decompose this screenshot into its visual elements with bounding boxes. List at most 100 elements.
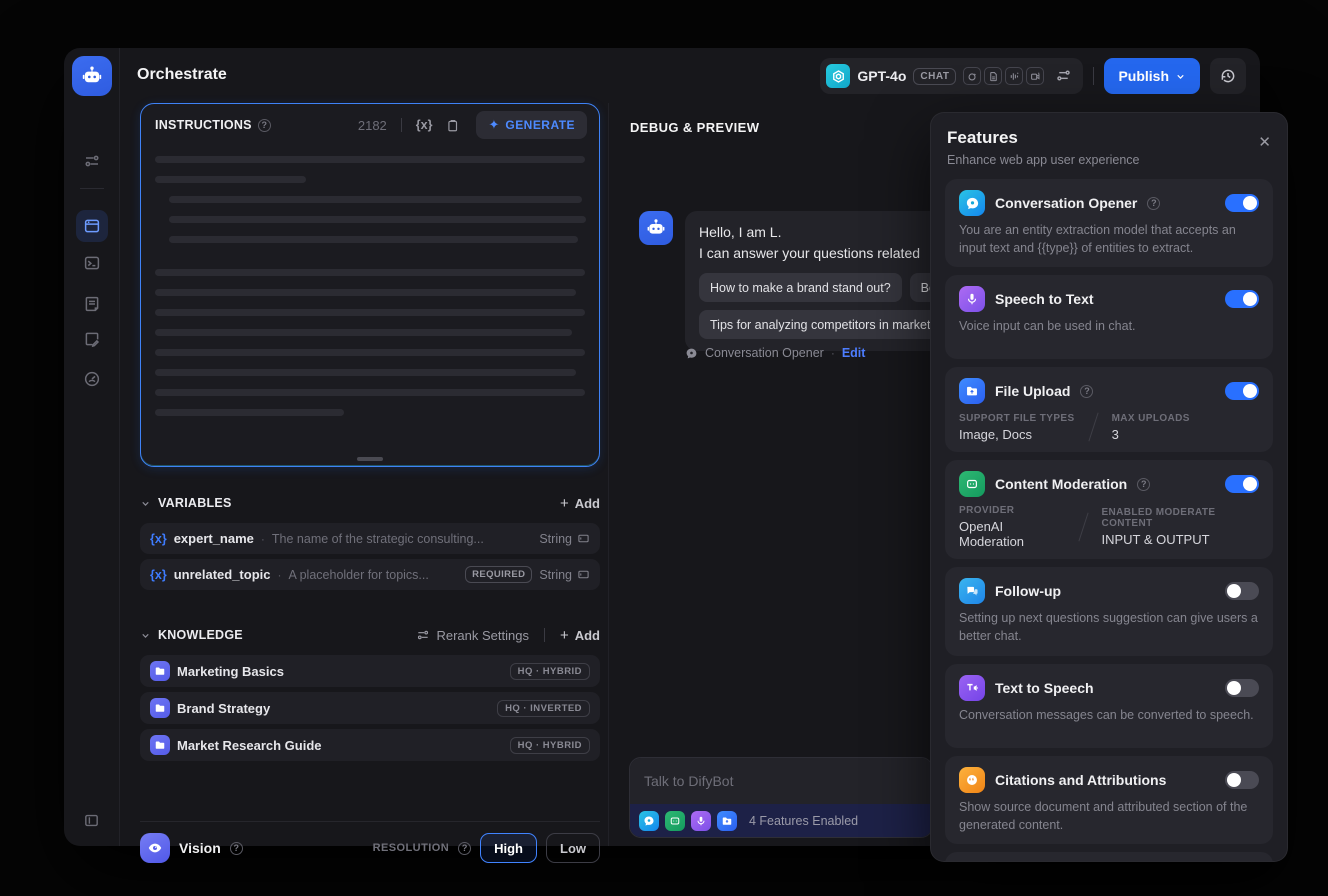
skeleton-line: [155, 176, 306, 183]
sidebar-collapse-panel-icon[interactable]: [83, 812, 101, 830]
help-icon[interactable]: ?: [1080, 384, 1094, 398]
variables-section: VARIABLES + Add {x} expert_name · The nam…: [140, 493, 600, 590]
skeleton-line: [155, 156, 585, 163]
follow-up-toggle[interactable]: [1225, 582, 1259, 601]
feature-card-citations: Citations and Attributions Show source d…: [945, 755, 1273, 844]
model-selector[interactable]: GPT-4o CHAT: [820, 58, 1084, 94]
divider: [543, 628, 545, 642]
generate-button[interactable]: ✦ GENERATE: [476, 111, 587, 139]
knowledge-badge: HQ · HYBRID: [509, 662, 590, 680]
add-knowledge-button[interactable]: + Add: [560, 627, 600, 644]
feature-name: Text to Speech: [995, 679, 1094, 696]
input-field-icon: [578, 534, 589, 543]
features-panel: Features Enhance web app user experience…: [930, 112, 1288, 862]
rerank-settings-button[interactable]: Rerank Settings: [416, 628, 529, 643]
sidebar-item-terminal-icon[interactable]: [83, 254, 101, 272]
sidebar-item-annotation-icon[interactable]: [83, 330, 101, 348]
variable-type: String: [539, 532, 590, 546]
speech-to-text-toggle[interactable]: [1225, 290, 1259, 309]
bot-avatar: [639, 211, 673, 245]
version-history-button[interactable]: [1210, 58, 1246, 94]
speech-to-text-icon: [691, 810, 711, 831]
sidebar-item-settings-sliders-icon[interactable]: [83, 152, 101, 170]
close-icon[interactable]: ✕: [1258, 133, 1271, 151]
suggested-question-chip[interactable]: How to make a brand stand out?: [699, 273, 902, 303]
speech-to-text-icon: [959, 286, 985, 313]
instructions-char-count: 2182: [357, 117, 387, 133]
file-upload-toggle[interactable]: [1225, 382, 1259, 401]
model-capability-icons: [963, 67, 1045, 85]
app-logo-robot-icon[interactable]: [72, 56, 112, 96]
knowledge-row[interactable]: Marketing Basics HQ · HYBRID: [140, 655, 600, 687]
conversation-opener-toggle[interactable]: [1225, 194, 1259, 212]
help-icon[interactable]: ?: [229, 841, 243, 855]
help-icon[interactable]: ?: [257, 118, 271, 132]
vision-title: Vision: [179, 840, 221, 856]
knowledge-badge: HQ · INVERTED: [497, 699, 590, 717]
feature-desc: Show source document and attributed sect…: [959, 799, 1248, 832]
resolution-high-button[interactable]: High: [480, 833, 537, 863]
config-column: INSTRUCTIONS ? 2182 {x} ✦ GENERATE VARIA…: [140, 103, 600, 863]
instructions-title: INSTRUCTIONS: [155, 118, 252, 132]
knowledge-row[interactable]: Market Research Guide HQ · HYBRID: [140, 729, 600, 761]
citations-icon: [959, 766, 985, 793]
variable-row[interactable]: {x} unrelated_topic · A placeholder for …: [140, 559, 600, 590]
skeleton-line: [155, 269, 585, 276]
feature-field: PROVIDER OpenAI Moderation: [959, 505, 1025, 550]
copy-clipboard-icon[interactable]: [446, 118, 460, 133]
publish-button[interactable]: Publish: [1104, 58, 1200, 94]
help-icon[interactable]: ?: [458, 841, 472, 855]
feature-card-text-to-speech: Text to Speech Conversation messages can…: [945, 663, 1273, 748]
variable-row[interactable]: {x} expert_name · The name of the strate…: [140, 523, 600, 554]
add-variable-button[interactable]: + Add: [560, 495, 600, 512]
instructions-editor[interactable]: [141, 146, 599, 416]
insert-variable-icon[interactable]: {x}: [416, 118, 433, 132]
chat-input[interactable]: [630, 758, 932, 804]
resize-handle[interactable]: [357, 457, 383, 461]
text-to-speech-toggle[interactable]: [1225, 678, 1259, 697]
edit-opener-link[interactable]: Edit: [842, 346, 866, 360]
feature-card-annotation-reply: Annotation Reply: [945, 851, 1273, 861]
features-title: Features: [947, 128, 1018, 147]
conversation-opener-icon: [639, 810, 659, 831]
top-header: Orchestrate GPT-4o CHAT Publish: [120, 48, 1260, 104]
feature-name: Follow-up: [995, 583, 1062, 600]
skeleton-line: [155, 329, 573, 336]
input-field-icon: [578, 570, 589, 579]
resolution-label: RESOLUTION: [372, 842, 450, 854]
instructions-panel[interactable]: INSTRUCTIONS ? 2182 {x} ✦ GENERATE: [140, 103, 600, 467]
feature-name: File Upload: [995, 383, 1071, 400]
help-icon[interactable]: ?: [1137, 477, 1151, 491]
features-header: Features Enhance web app user experience…: [931, 113, 1287, 177]
knowledge-row[interactable]: Brand Strategy HQ · INVERTED: [140, 692, 600, 724]
sidebar-item-logs-icon[interactable]: [83, 295, 101, 313]
skeleton-line: [155, 389, 585, 396]
model-parameters-icon[interactable]: [1055, 67, 1073, 85]
text-to-speech-icon: [959, 674, 985, 701]
feature-card-conversation-opener: Conversation Opener ? You are an entity …: [945, 179, 1273, 268]
variable-name: unrelated_topic: [173, 567, 271, 582]
suggested-question-chip[interactable]: Tips for analyzing competitors in market: [699, 310, 942, 340]
feature-card-file-upload: File Upload ? SUPPORT FILE TYPES Image, …: [945, 367, 1273, 453]
features-enabled-count: 4 Features Enabled: [749, 813, 859, 828]
skeleton-line: [169, 196, 582, 203]
citations-toggle[interactable]: [1225, 770, 1259, 789]
file-upload-icon: [959, 378, 985, 405]
conversation-opener-note: Conversation Opener · Edit: [685, 346, 865, 360]
header-divider: [1093, 67, 1095, 85]
content-moderation-toggle[interactable]: [1225, 475, 1259, 494]
chevron-down-icon[interactable]: [140, 630, 151, 641]
resolution-low-button[interactable]: Low: [546, 833, 600, 863]
feature-field: SUPPORT FILE TYPES Image, Docs: [959, 412, 1075, 442]
sidebar-item-orchestrate-browser-icon[interactable]: [76, 210, 108, 242]
model-name: GPT-4o: [857, 68, 907, 84]
sidebar-item-monitoring-gauge-icon[interactable]: [83, 370, 101, 388]
features-enabled-bar[interactable]: 4 Features Enabled: [630, 804, 932, 837]
vision-capability-icon: [963, 67, 982, 85]
model-mode-badge: CHAT: [913, 67, 957, 85]
chevron-down-icon[interactable]: [140, 498, 151, 509]
help-icon[interactable]: ?: [1147, 196, 1161, 210]
feature-desc: Voice input can be used in chat.: [959, 319, 1136, 334]
feature-name: Speech to Text: [995, 291, 1094, 308]
dot-separator: ·: [830, 346, 835, 360]
